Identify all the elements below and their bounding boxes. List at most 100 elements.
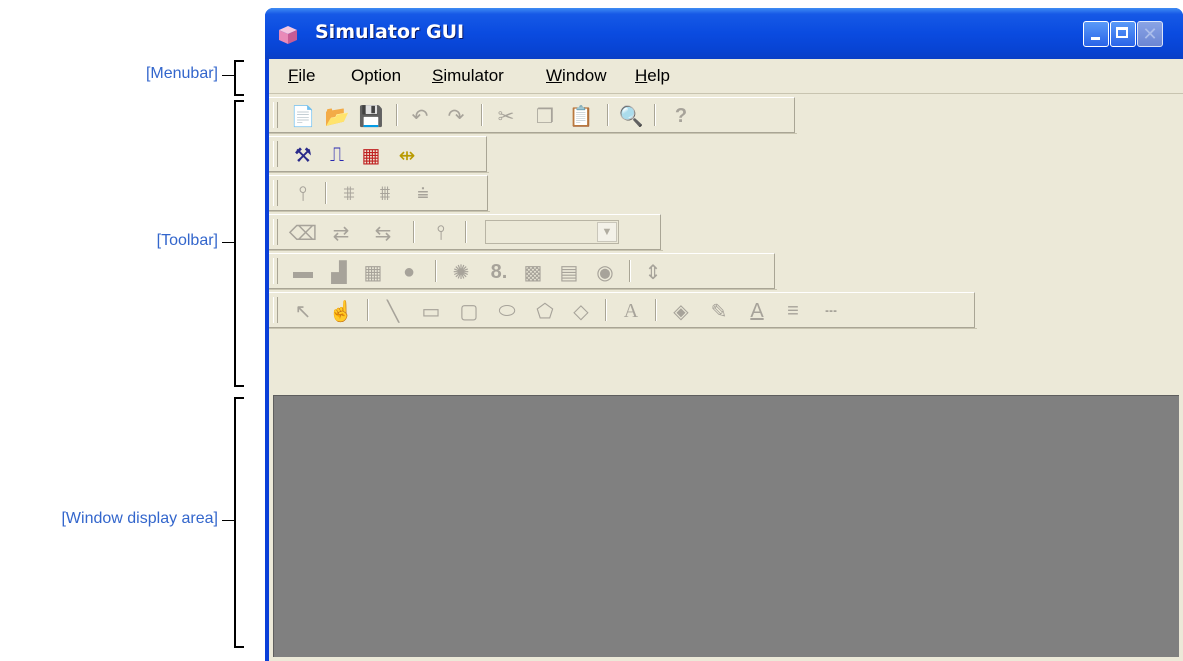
pin-toggle-icon[interactable]: ⩩ xyxy=(371,180,399,208)
level-meter-icon[interactable]: ▟ xyxy=(325,258,353,286)
menubar-callout: [Menubar] xyxy=(145,65,218,82)
find-icon[interactable]: 🔍 xyxy=(617,102,645,130)
toolbar-combo[interactable]: ▼ xyxy=(485,220,619,244)
pin-set-icon[interactable]: ⩨ xyxy=(335,180,363,208)
undo-icon[interactable]: ↶ xyxy=(406,102,434,130)
rounded-rect-icon[interactable]: ▢ xyxy=(455,297,483,325)
pin-left-icon[interactable]: ⇄ xyxy=(327,219,355,247)
ellipse-icon[interactable]: ⬭ xyxy=(493,297,521,325)
keypad-icon[interactable]: ▤ xyxy=(555,258,583,286)
simulator-window: Simulator GUI ✕ File Option Simulator Wi… xyxy=(265,8,1183,661)
signal-icon[interactable]: ⎍ xyxy=(323,141,351,169)
toolbar-grip[interactable] xyxy=(273,102,278,128)
diamond-icon[interactable]: ◇ xyxy=(567,297,595,325)
cut-icon[interactable]: ✂ xyxy=(492,102,520,130)
pin-config-icon[interactable]: ⫯ xyxy=(427,219,455,247)
menu-window[interactable]: Window xyxy=(546,66,606,86)
close-icon: ✕ xyxy=(1142,24,1158,44)
hand-icon[interactable]: ☝ xyxy=(327,297,355,325)
fill-color-icon[interactable]: ◈ xyxy=(667,297,695,325)
chevron-down-icon[interactable]: ▼ xyxy=(597,222,617,242)
display-callout-line xyxy=(222,520,234,521)
text-icon[interactable]: A xyxy=(617,297,645,325)
toolbar-standard: 📄 📂 💾 ↶ ↷ ✂ ❐ 📋 🔍 ? xyxy=(269,97,795,133)
toolbar-grip[interactable] xyxy=(273,180,278,206)
eraser-icon[interactable]: ⌫ xyxy=(289,219,317,247)
wave-grid-icon[interactable]: ▦ xyxy=(357,141,385,169)
close-button[interactable]: ✕ xyxy=(1137,21,1163,47)
toolbar-grip[interactable] xyxy=(273,141,278,167)
line-style-icon[interactable]: ┄ xyxy=(817,297,845,325)
pin-right-icon[interactable]: ⇆ xyxy=(369,219,397,247)
toolbar-bracket xyxy=(234,100,244,387)
maximize-button[interactable] xyxy=(1110,21,1136,47)
toolbar-grip[interactable] xyxy=(273,219,278,245)
display-bracket xyxy=(234,397,244,648)
new-file-icon[interactable]: 📄 xyxy=(289,102,317,130)
line-icon[interactable]: ╲ xyxy=(379,297,407,325)
polygon-icon[interactable]: ⬠ xyxy=(531,297,559,325)
copy-icon[interactable]: ❐ xyxy=(531,102,559,130)
window-display-area[interactable] xyxy=(273,395,1179,657)
toolbar-simulation: ⚒ ⎍ ▦ ⇹ xyxy=(269,136,487,172)
toolbar-separator xyxy=(413,221,415,243)
adjust-icon[interactable]: ⇕ xyxy=(639,258,667,286)
pin-icon[interactable]: ⫯ xyxy=(289,180,317,208)
menu-option[interactable]: Option xyxy=(351,66,401,86)
select-arrow-icon[interactable]: ↖ xyxy=(289,297,317,325)
menubar: File Option Simulator Window Help xyxy=(269,59,1183,94)
font-color-icon[interactable]: A xyxy=(743,297,771,325)
toolbar-row-pins: ⫯ ⩨ ⩩ ⩧ xyxy=(269,173,490,212)
minimize-button[interactable] xyxy=(1083,21,1109,47)
buzzer-icon[interactable]: ◉ xyxy=(591,258,619,286)
client-area: File Option Simulator Window Help 📄 📂 💾 … xyxy=(269,59,1183,661)
menubar-callout-line xyxy=(222,75,234,76)
toolbar-row-simulation: ⚒ ⎍ ▦ ⇹ xyxy=(269,134,489,173)
toolbar-separator xyxy=(654,104,656,126)
menu-help[interactable]: Help xyxy=(635,66,670,86)
toolbar-row-parts: ▬ ▟ ▦ ● ✺ 8. ▩ ▤ ◉ ⇕ xyxy=(269,251,777,290)
paste-icon[interactable]: 📋 xyxy=(567,102,595,130)
toolbar-separator xyxy=(396,104,398,126)
cube-icon[interactable] xyxy=(278,25,298,45)
toolbar-separator xyxy=(655,299,657,321)
display-callout: [Window display area] xyxy=(61,510,218,527)
bar-icon[interactable]: ▬ xyxy=(289,258,317,286)
title-bar[interactable]: Simulator GUI ✕ xyxy=(265,8,1183,59)
redo-icon[interactable]: ↷ xyxy=(442,102,470,130)
maximize-icon xyxy=(1116,27,1128,38)
led-icon[interactable]: ● xyxy=(395,258,423,286)
toolbar-parts: ▬ ▟ ▦ ● ✺ 8. ▩ ▤ ◉ ⇕ xyxy=(269,253,775,289)
toolbar-grip[interactable] xyxy=(273,297,278,323)
toolbar-grip[interactable] xyxy=(273,258,278,284)
toolbar-separator xyxy=(605,299,607,321)
toolbar-row-drawing: ↖ ☝ ╲ ▭ ▢ ⬭ ⬠ ◇ A ◈ ✎ A ≡ ┄ xyxy=(269,290,977,329)
light-icon[interactable]: ✺ xyxy=(447,258,475,286)
connect-icon[interactable]: ⇹ xyxy=(393,141,421,169)
pin-clear-icon[interactable]: ⩧ xyxy=(409,180,437,208)
toolbar-row-standard: 📄 📂 💾 ↶ ↷ ✂ ❐ 📋 🔍 ? xyxy=(269,95,797,134)
build-icon[interactable]: ⚒ xyxy=(289,141,317,169)
menu-file[interactable]: File xyxy=(288,66,315,86)
toolbar-drawing: ↖ ☝ ╲ ▭ ▢ ⬭ ⬠ ◇ A ◈ ✎ A ≡ ┄ xyxy=(269,292,975,328)
toolbar-separator xyxy=(629,260,631,282)
toolbar-separator xyxy=(367,299,369,321)
line-width-icon[interactable]: ≡ xyxy=(779,297,807,325)
grid-icon[interactable]: ▦ xyxy=(359,258,387,286)
toolbar-separator xyxy=(325,182,327,204)
save-icon[interactable]: 💾 xyxy=(357,102,385,130)
window-title: Simulator GUI xyxy=(315,21,465,43)
toolbar-separator xyxy=(481,104,483,126)
toolbar-edit: ⌫ ⇄ ⇆ ⫯ ▼ xyxy=(269,214,661,250)
line-color-icon[interactable]: ✎ xyxy=(705,297,733,325)
minimize-icon xyxy=(1091,37,1100,40)
rectangle-icon[interactable]: ▭ xyxy=(417,297,445,325)
help-icon[interactable]: ? xyxy=(667,102,695,130)
seven-seg-icon[interactable]: 8. xyxy=(485,258,513,286)
toolbar-separator xyxy=(435,260,437,282)
menu-simulator[interactable]: Simulator xyxy=(432,66,504,86)
toolbar-separator xyxy=(465,221,467,243)
toolbar-pins: ⫯ ⩨ ⩩ ⩧ xyxy=(269,175,488,211)
matrix-icon[interactable]: ▩ xyxy=(519,258,547,286)
open-folder-icon[interactable]: 📂 xyxy=(323,102,351,130)
